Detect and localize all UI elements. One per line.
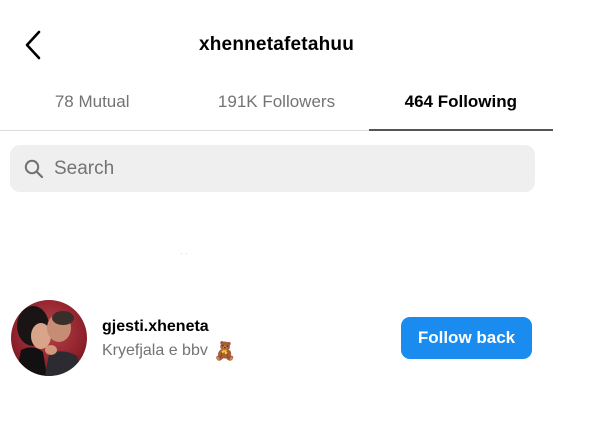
avatar[interactable] <box>11 300 87 376</box>
page-title: xhennetafetahuu <box>198 34 355 55</box>
search-icon <box>24 159 44 179</box>
tab-followers[interactable]: 191K Followers <box>184 82 368 130</box>
divider-speck: · · <box>180 249 188 258</box>
tab-mutual[interactable]: 78 Mutual <box>0 82 184 130</box>
tab-following[interactable]: 464 Following <box>368 82 554 131</box>
follow-back-button[interactable]: Follow back <box>401 317 532 359</box>
search-input[interactable] <box>54 157 494 180</box>
tab-bar: 78 Mutual 191K Followers 464 Following <box>0 82 554 131</box>
user-text: gjesti.xheneta Kryefjala e bbv 🧸 <box>102 318 236 360</box>
teddy-bear-icon: 🧸 <box>213 341 237 361</box>
header: xhennetafetahuu <box>0 0 553 90</box>
list-item[interactable]: gjesti.xheneta Kryefjala e bbv 🧸 Follow … <box>0 298 553 378</box>
full-name: Kryefjala e bbv 🧸 <box>102 342 236 360</box>
full-name-text: Kryefjala e bbv <box>102 342 208 359</box>
search-bar[interactable] <box>10 145 535 192</box>
username[interactable]: gjesti.xheneta <box>102 318 236 336</box>
